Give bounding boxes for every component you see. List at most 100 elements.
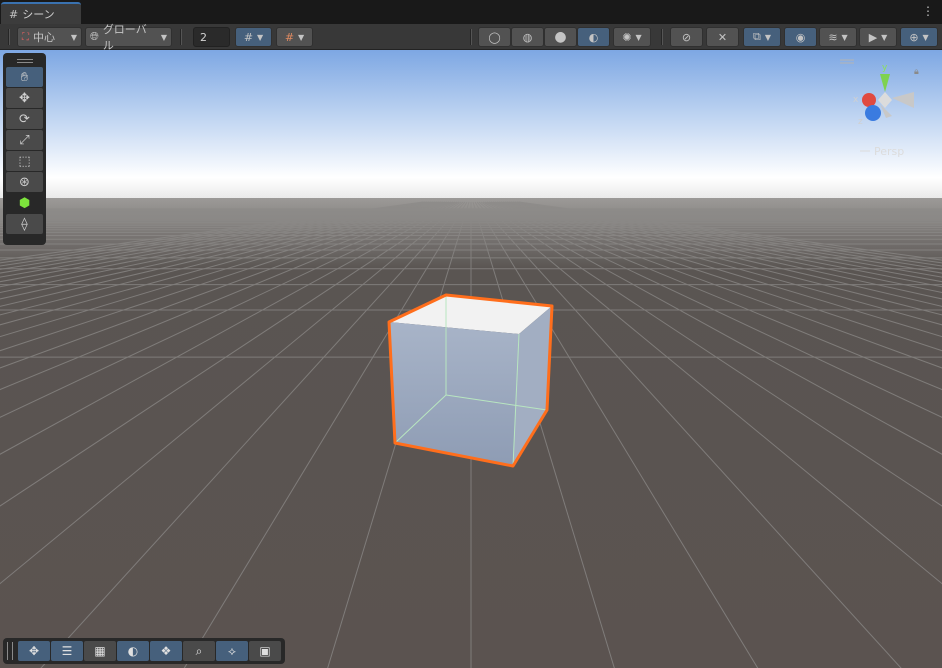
rotate-tool-button[interactable]: ⟳ — [6, 109, 43, 129]
shape-tool-icon: ⟠ — [21, 216, 28, 232]
more-options-icon[interactable]: ⋮ — [922, 4, 934, 18]
visibility-toggle[interactable]: ◉ — [784, 27, 817, 47]
tools-overlay: ✋︎ ✥ ⟳ ⤢ ⬚ ⊛ ⬢ ⟠ — [3, 53, 46, 245]
sliders-icon: ☰ — [61, 644, 73, 658]
gizmos-dropdown[interactable]: ⊕ ▼ — [900, 27, 938, 47]
camera-options-button[interactable]: ☰ — [51, 641, 83, 661]
tab-label: シーン — [22, 8, 55, 21]
skybox — [0, 50, 942, 200]
gizmo-neg-x-axis[interactable] — [892, 92, 914, 108]
2d-icon: ⊘ — [681, 30, 692, 44]
chevron-down-icon: ▼ — [841, 32, 848, 42]
grid-icon: ▦ — [94, 644, 106, 658]
mute-icon: ✕ — [717, 30, 728, 44]
scale-tool-button[interactable]: ⤢ — [6, 130, 43, 150]
grid-snap-icon: # — [243, 30, 254, 44]
pivot-button[interactable]: ⟡ — [216, 641, 248, 661]
scene-canvas[interactable] — [0, 50, 942, 668]
shaded-wireframe-mode-button[interactable]: ◍ — [511, 27, 544, 47]
chevron-down-icon: ▼ — [764, 32, 771, 42]
chevron-down-icon: ▼ — [881, 32, 888, 42]
toolbar-separator — [180, 29, 182, 45]
wireframe-mode-button[interactable]: ◯ — [478, 27, 511, 47]
grid-snap-field[interactable]: 2 — [193, 27, 230, 47]
tab-scene[interactable]: # シーン — [1, 2, 81, 24]
grid-visibility-button[interactable]: ▦ — [84, 641, 116, 661]
scale-icon: ⤢ — [19, 132, 30, 148]
move-view-button[interactable]: ✥ — [18, 641, 50, 661]
search-icon: ⌕ — [195, 643, 203, 658]
scene-toolbar: ⛶ 中心 ▼ 🌐︎ グローバル ▼ 2 # ▼ # ▼ ◯ ◍ ● ◐ ✺ ▼ ⊘ ✕… — [0, 23, 942, 52]
toolbar-separator — [661, 29, 663, 45]
globe-icon: 🌐︎ — [90, 30, 99, 43]
scene-window: # シーン ⋮ ⛶ 中心 ▼ 🌐︎ グローバル ▼ 2 # ▼ # ▼ ◯ ◍ ● … — [0, 0, 942, 668]
search-button[interactable]: ⌕ — [183, 641, 215, 661]
effects-dropdown[interactable]: ⧉ ▼ — [743, 27, 781, 47]
transform-icon: ⊛ — [19, 174, 30, 190]
gizmo-z-label: z — [858, 117, 863, 127]
gizmo-x-axis[interactable] — [862, 93, 876, 107]
custom-tool-button[interactable]: ⬢ — [6, 193, 43, 213]
rect-icon: ⬚ — [18, 153, 31, 169]
unlit-mode-button[interactable]: ◐ — [577, 27, 610, 47]
chevron-down-icon: ▼ — [257, 32, 264, 42]
layers-icon: ≋ — [828, 30, 838, 44]
shaded-sphere-icon: ● — [554, 29, 567, 45]
grid-snap-toggle[interactable]: # ▼ — [235, 27, 272, 47]
hand-icon: ✋︎ — [20, 69, 29, 85]
overlay-grip[interactable] — [7, 642, 13, 660]
layers-icon: ❖ — [160, 644, 172, 658]
overlay-grip[interactable] — [6, 55, 43, 67]
lock-icon[interactable]: 🔒︎ — [914, 67, 919, 77]
layers-button[interactable]: ❖ — [150, 641, 182, 661]
chevron-down-icon: ▼ — [298, 32, 305, 42]
increment-snap-icon: # — [284, 30, 295, 44]
half-sphere-icon: ◐ — [127, 644, 139, 658]
scene-viewport[interactable] — [0, 50, 942, 668]
audio-toggle-button[interactable]: ✕ — [706, 27, 739, 47]
rect-tool-button[interactable]: ⬚ — [6, 151, 43, 171]
probuilder-tool-button[interactable]: ⟠ — [6, 214, 43, 234]
projection-label[interactable]: Persp — [874, 145, 904, 158]
grid-icon: # — [9, 7, 19, 21]
wireframe-sphere-icon: ◯ — [488, 30, 501, 44]
shaded-wireframe-icon: ◍ — [522, 30, 533, 44]
gizmo-y-axis[interactable] — [880, 74, 890, 92]
unlit-sphere-icon: ◐ — [588, 30, 599, 44]
gizmo-z-axis[interactable] — [865, 105, 881, 121]
eye-icon: ◉ — [795, 30, 806, 44]
gizmo-x-label: x — [853, 95, 859, 105]
layers-dropdown[interactable]: ≋ ▼ — [819, 27, 857, 47]
camera-view-icon: ▣ — [259, 644, 271, 658]
pivot-mode-dropdown[interactable]: ⛶ 中心 ▼ — [17, 27, 82, 47]
green-cube-icon: ⬢ — [18, 195, 31, 211]
rotate-icon: ⟳ — [19, 111, 30, 127]
pivot-label: 中心 — [33, 31, 55, 44]
camera-settings-dropdown[interactable]: ▶ ▼ — [859, 27, 897, 47]
increment-snap-toggle[interactable]: # ▼ — [276, 27, 313, 47]
camera-preview-button[interactable]: ▣ — [249, 641, 281, 661]
move-arrows-icon: ✥ — [19, 90, 30, 106]
bug-icon: ✺ — [622, 30, 632, 44]
chevron-down-icon: ▼ — [160, 32, 167, 42]
debug-draw-dropdown[interactable]: ✺ ▼ — [613, 27, 651, 47]
toggle-2d-button[interactable]: ⊘ — [670, 27, 703, 47]
chevron-down-icon: ▼ — [635, 32, 642, 42]
effects-icon: ⧉ — [752, 30, 761, 43]
move-arrows-icon: ✥ — [28, 644, 40, 658]
cube[interactable] — [387, 293, 554, 468]
chevron-down-icon: ▼ — [70, 32, 77, 42]
pivot-icon: ⛶ — [22, 31, 29, 43]
orientation-gizmo[interactable]: 🔒︎ y x z Persp — [840, 58, 932, 168]
transform-tool-button[interactable]: ⊛ — [6, 172, 43, 192]
hand-tool-button[interactable]: ✋︎ — [6, 67, 43, 87]
space-label: グローバル — [102, 23, 147, 52]
camera-icon: ▶ — [868, 30, 878, 44]
chevron-down-icon: ▼ — [922, 32, 929, 42]
space-mode-dropdown[interactable]: 🌐︎ グローバル ▼ — [85, 23, 172, 52]
toolbar-separator — [470, 29, 472, 45]
toolbar-grip[interactable] — [8, 29, 10, 45]
draw-mode-button[interactable]: ◐ — [117, 641, 149, 661]
move-tool-button[interactable]: ✥ — [6, 88, 43, 108]
shaded-mode-button[interactable]: ● — [544, 27, 577, 47]
